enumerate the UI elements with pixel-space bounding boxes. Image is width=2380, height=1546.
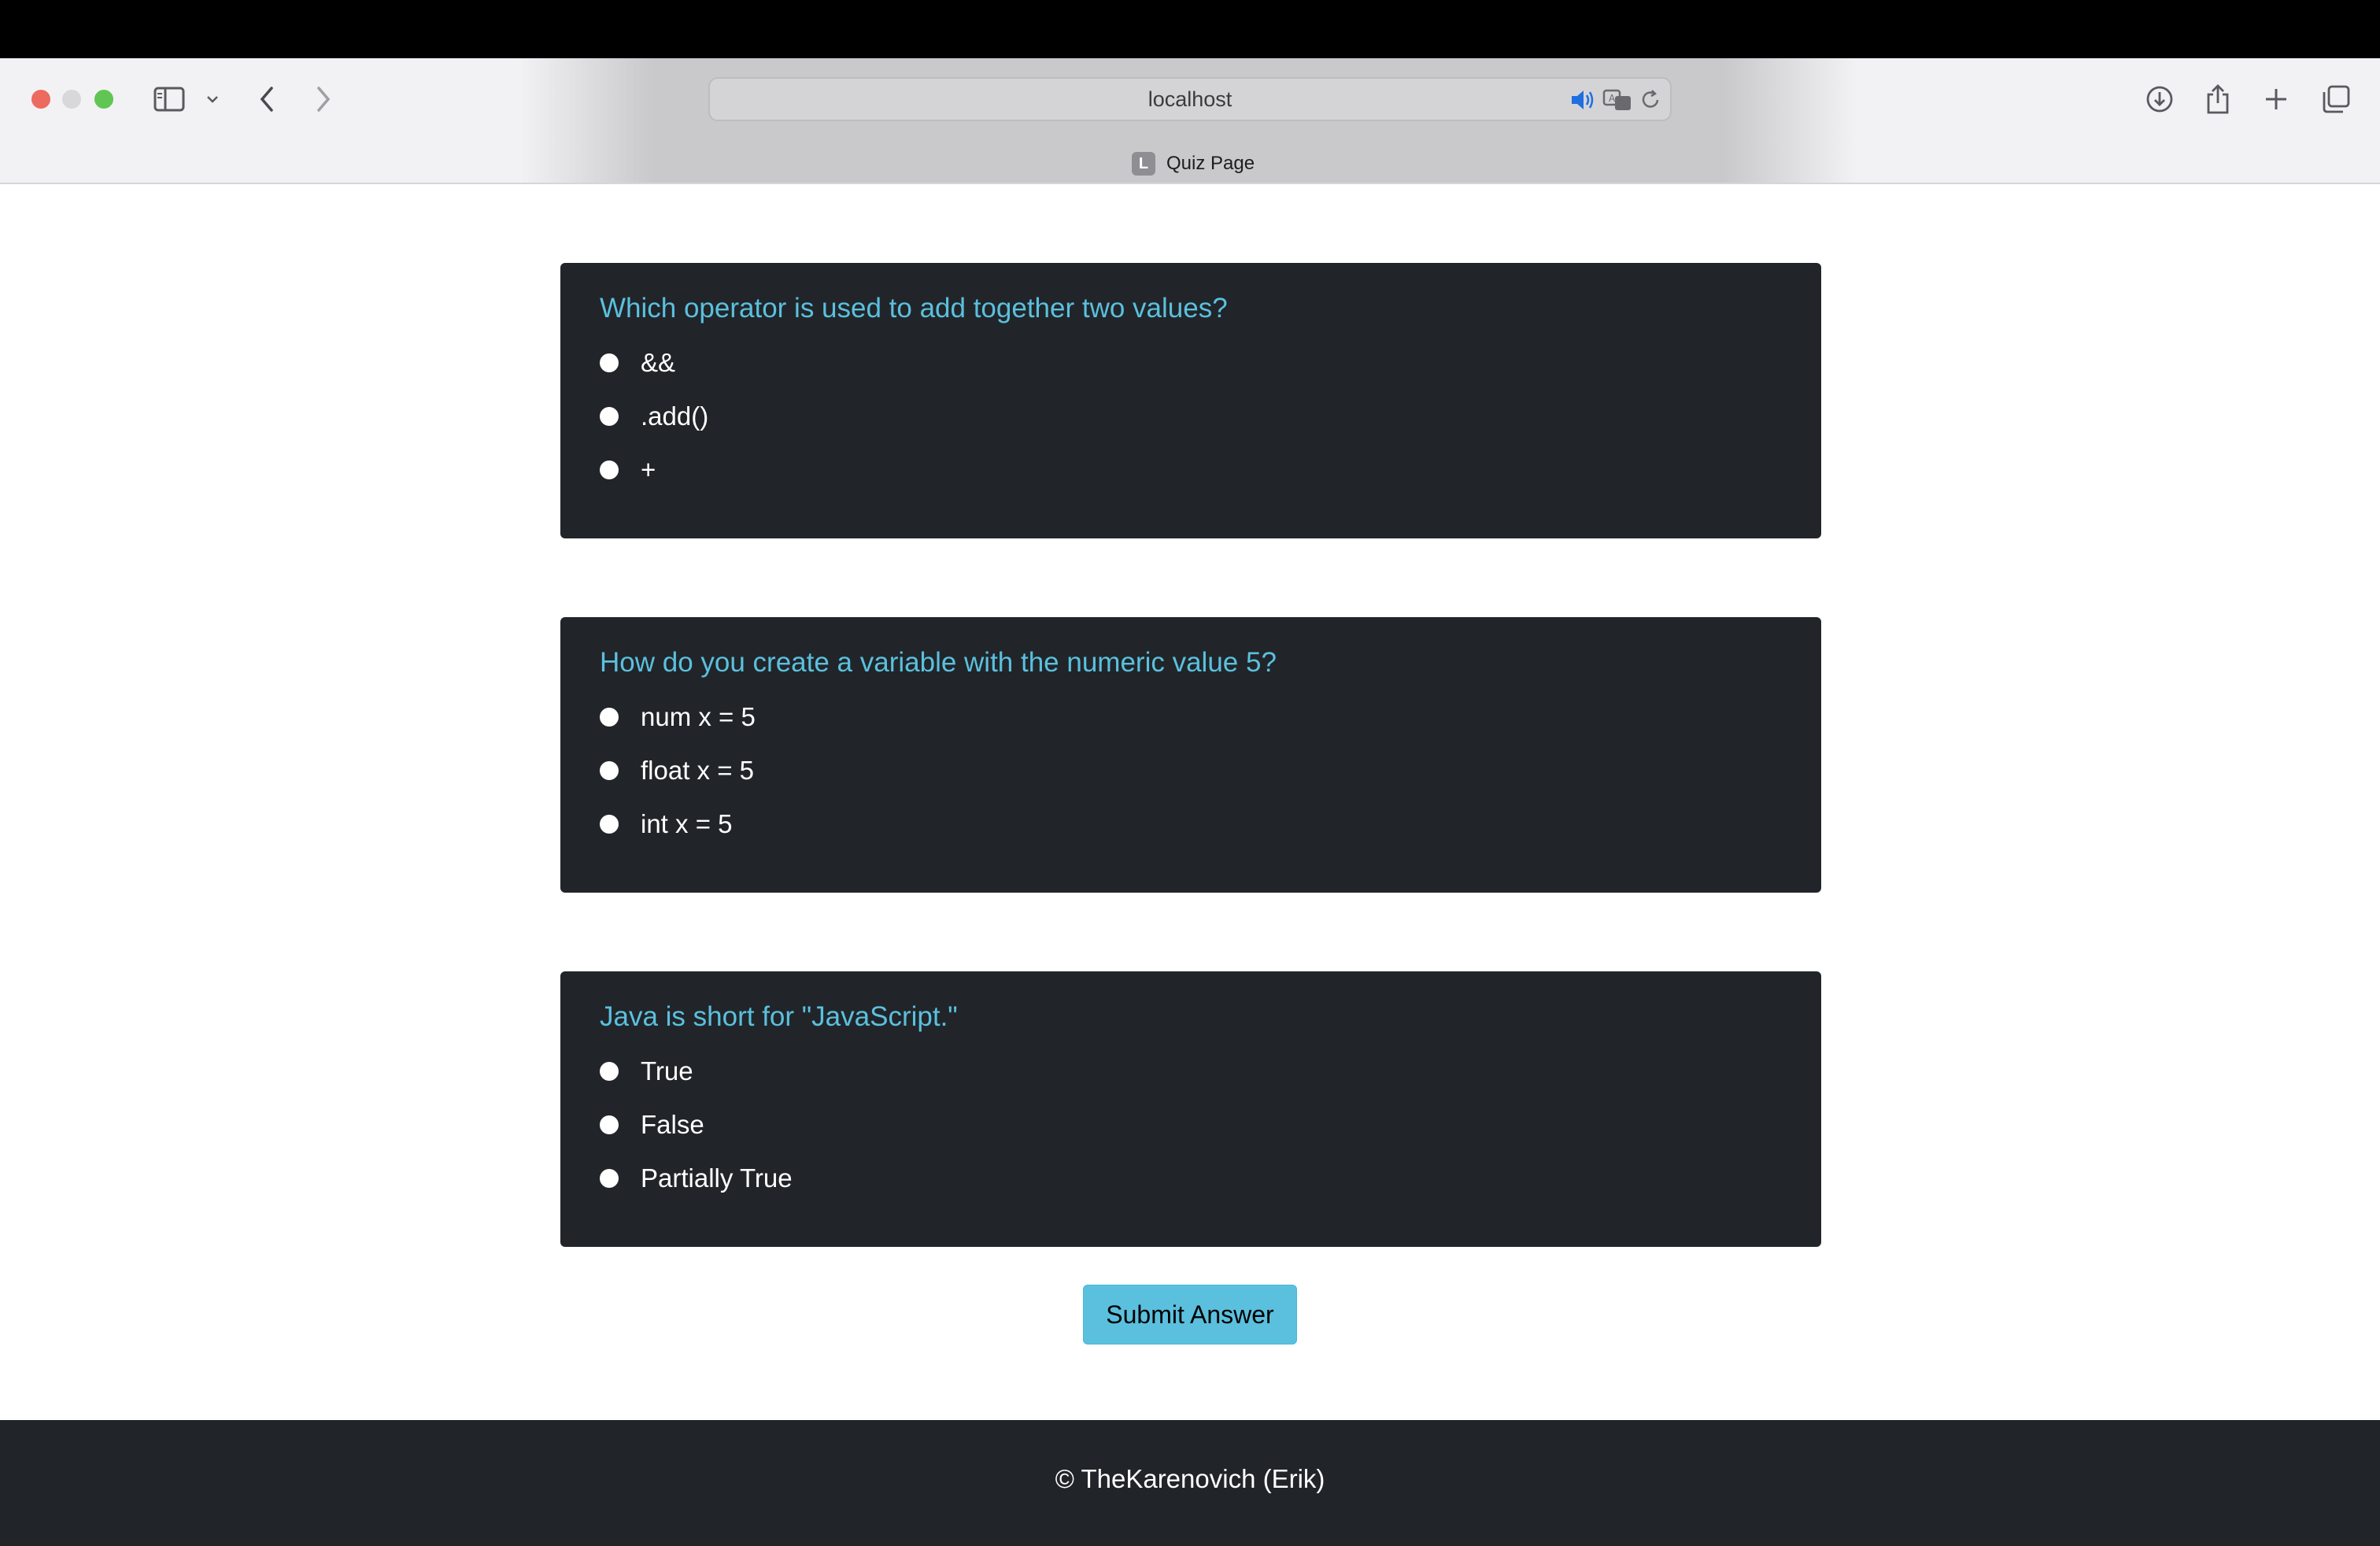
footer-copyright: © TheKarenovich (Erik)	[1055, 1464, 1325, 1493]
question-text: Java is short for "JavaScript."	[600, 1001, 958, 1032]
radio-button[interactable]	[600, 708, 619, 727]
address-bar[interactable]: localhost A	[708, 77, 1672, 121]
answer-label[interactable]: +	[641, 455, 656, 485]
zoom-window-button[interactable]	[94, 90, 113, 109]
submit-answer-button[interactable]: Submit Answer	[1083, 1285, 1297, 1344]
answer-option[interactable]: float x = 5	[600, 756, 754, 786]
answer-option[interactable]: .add()	[600, 401, 708, 431]
answer-option[interactable]: Partially True	[600, 1163, 793, 1193]
answer-option[interactable]: int x = 5	[600, 809, 732, 839]
answer-label[interactable]: &&	[641, 348, 675, 378]
question-text: How do you create a variable with the nu…	[600, 647, 1277, 678]
radio-button[interactable]	[600, 1115, 619, 1134]
question-card-2: How do you create a variable with the nu…	[560, 617, 1821, 893]
answer-option[interactable]: +	[600, 455, 656, 485]
tab-quiz-page[interactable]: L Quiz Page	[1132, 151, 1255, 176]
forward-arrow-icon[interactable]	[312, 82, 335, 117]
minimize-window-button[interactable]	[62, 90, 81, 109]
browser-toolbar: localhost A L Quiz Page	[0, 58, 2380, 184]
reload-icon[interactable]	[1639, 88, 1662, 112]
close-window-button[interactable]	[31, 90, 50, 109]
tab-favicon: L	[1132, 152, 1155, 176]
tab-title: Quiz Page	[1166, 153, 1255, 174]
page-footer: © TheKarenovich (Erik)	[0, 1420, 2380, 1546]
translate-icon[interactable]: A	[1602, 88, 1632, 112]
answer-label[interactable]: float x = 5	[641, 756, 754, 786]
answer-label[interactable]: num x = 5	[641, 702, 756, 732]
new-tab-plus-icon[interactable]	[2262, 82, 2290, 117]
answer-label[interactable]: True	[641, 1056, 693, 1086]
question-text: Which operator is used to add together t…	[600, 293, 1228, 324]
answer-option[interactable]: &&	[600, 348, 675, 378]
tab-overview-icon[interactable]	[2320, 82, 2352, 117]
radio-button[interactable]	[600, 353, 619, 372]
answer-label[interactable]: False	[641, 1110, 704, 1140]
question-card-3: Java is short for "JavaScript." True Fal…	[560, 971, 1821, 1247]
speaker-icon[interactable]	[1569, 88, 1596, 112]
answer-label[interactable]: int x = 5	[641, 809, 732, 839]
url-text: localhost	[1148, 87, 1232, 111]
svg-text:A: A	[1609, 93, 1616, 104]
radio-button[interactable]	[600, 1169, 619, 1188]
answer-option[interactable]: False	[600, 1110, 704, 1140]
radio-button[interactable]	[600, 815, 619, 834]
answer-label[interactable]: Partially True	[641, 1163, 793, 1193]
chevron-down-icon[interactable]	[203, 82, 222, 117]
answer-label[interactable]: .add()	[641, 401, 708, 431]
radio-button[interactable]	[600, 407, 619, 426]
question-card-1: Which operator is used to add together t…	[560, 263, 1821, 538]
radio-button[interactable]	[600, 460, 619, 479]
back-arrow-icon[interactable]	[255, 82, 279, 117]
answer-option[interactable]: num x = 5	[600, 702, 756, 732]
radio-button[interactable]	[600, 1062, 619, 1081]
share-icon[interactable]	[2204, 82, 2232, 117]
download-icon[interactable]	[2144, 82, 2175, 117]
answer-option[interactable]: True	[600, 1056, 693, 1086]
sidebar-toggle-icon[interactable]	[153, 82, 186, 117]
radio-button[interactable]	[600, 761, 619, 780]
screen-top-bar	[0, 0, 2380, 58]
